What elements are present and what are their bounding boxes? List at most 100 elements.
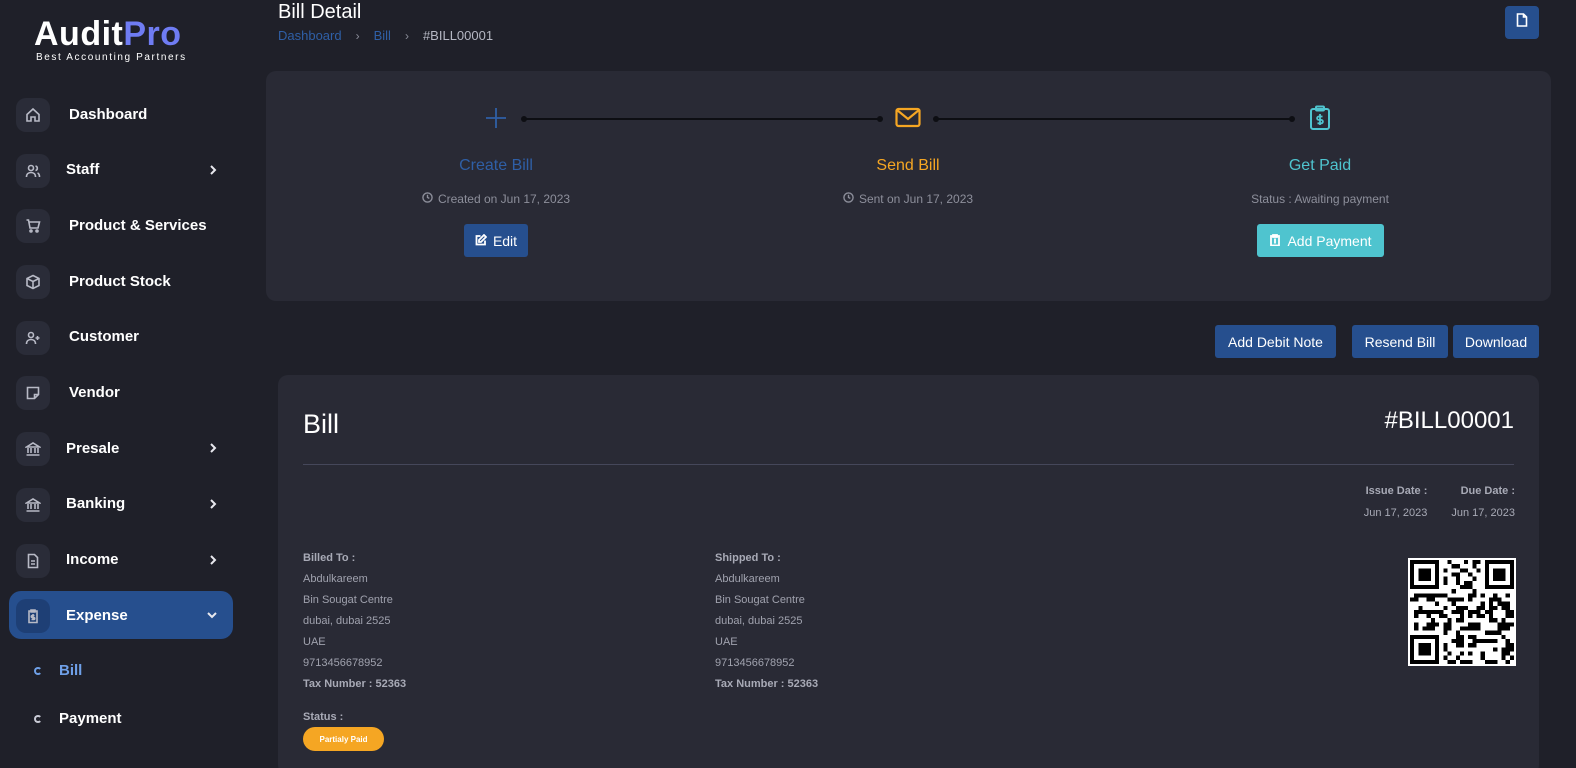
sidebar-item-banking[interactable]: Banking <box>0 480 248 528</box>
billed-to-line: UAE <box>303 636 326 648</box>
bill-title: Bill <box>303 409 340 439</box>
shipped-to-line: Bin Sougat Centre <box>715 594 805 606</box>
bank-icon <box>16 432 50 467</box>
bill-dates: Issue Date : Jun 17, 2023 Due Date : Jun… <box>1364 485 1515 519</box>
chevron-right-icon: › <box>355 28 360 43</box>
edit-button[interactable]: Edit <box>464 224 528 257</box>
add-payment-button[interactable]: Add Payment <box>1257 224 1384 257</box>
bank-icon <box>16 487 50 522</box>
qr-code <box>1408 558 1516 666</box>
clock-icon <box>843 192 854 206</box>
chevron-right-icon <box>206 497 220 511</box>
progress-connector <box>933 116 1295 122</box>
resend-bill-button[interactable]: Resend Bill <box>1352 325 1448 358</box>
sidebar-item-customer[interactable]: Customer <box>0 313 248 361</box>
clock-icon <box>422 192 433 206</box>
billed-to: Billed To : Abdulkareem Bin Sougat Centr… <box>303 548 406 695</box>
note-icon <box>16 376 50 411</box>
envelope-icon <box>893 103 923 133</box>
sidebar-item-label: Product Stock <box>69 272 171 290</box>
edit-icon <box>475 233 488 249</box>
breadcrumb: Dashboard › Bill › #BILL00001 <box>278 28 493 43</box>
chevron-down-icon <box>205 608 219 622</box>
bill-progress-card: Create Bill Created on Jun 17, 2023 Edit… <box>266 71 1551 301</box>
billed-to-line: 9713456678952 <box>303 657 383 669</box>
bill-card: Bill #BILL00001 Issue Date : Jun 17, 202… <box>278 375 1539 768</box>
issue-date-label: Issue Date : <box>1365 485 1428 497</box>
users-icon <box>16 153 50 188</box>
bill-number: #BILL00001 <box>1384 407 1514 434</box>
bullet-icon <box>34 666 42 675</box>
due-date-value: Jun 17, 2023 <box>1451 507 1515 519</box>
sidebar: AuditPro Best Accounting Partners Dashbo… <box>0 0 248 768</box>
step-title: Create Bill <box>459 157 533 174</box>
add-debit-note-button[interactable]: Add Debit Note <box>1215 325 1336 358</box>
chevron-right-icon: › <box>404 28 409 43</box>
sidebar-item-label: Expense <box>66 606 128 624</box>
add-payment-label: Add Payment <box>1287 232 1372 249</box>
chevron-right-icon <box>206 163 220 177</box>
billed-to-line: Bin Sougat Centre <box>303 594 393 606</box>
sidebar-item-label: Product & Services <box>69 216 207 234</box>
logo-text-pro: Pro <box>123 15 182 53</box>
issue-date-value: Jun 17, 2023 <box>1363 507 1428 519</box>
sidebar-item-label: Presale <box>66 439 120 457</box>
billed-to-heading: Billed To : <box>303 552 356 564</box>
chevron-right-icon <box>206 441 220 455</box>
cart-icon <box>16 209 50 244</box>
progress-connector <box>521 116 883 122</box>
file-icon <box>1516 13 1528 32</box>
chevron-right-icon <box>206 553 220 567</box>
clipboard-dollar-icon <box>1305 103 1335 133</box>
qr-code-graphic <box>1410 560 1514 664</box>
logo[interactable]: AuditPro Best Accounting Partners <box>34 14 214 63</box>
export-file-button[interactable] <box>1505 6 1539 39</box>
step-desc: Status : Awaiting payment <box>1251 192 1389 206</box>
sidebar-item-vendor[interactable]: Vendor <box>0 368 248 416</box>
sidebar-subitem-payment[interactable]: Payment <box>0 695 248 743</box>
sidebar-item-label: Banking <box>66 495 126 513</box>
download-button[interactable]: Download <box>1453 325 1539 358</box>
sidebar-item-label: Customer <box>69 328 140 346</box>
due-date: Due Date : Jun 17, 2023 <box>1451 485 1515 519</box>
sidebar-item-dashboard[interactable]: Dashboard <box>0 90 248 138</box>
breadcrumb-current: #BILL00001 <box>422 28 494 43</box>
breadcrumb-dashboard[interactable]: Dashboard <box>278 28 342 43</box>
due-date-label: Due Date : <box>1460 485 1515 497</box>
bullet-icon <box>34 714 42 723</box>
sidebar-item-label: Dashboard <box>69 105 148 123</box>
edit-label: Edit <box>492 232 518 249</box>
step-desc: Sent on Jun 17, 2023 <box>858 192 974 206</box>
billed-to-tax: Tax Number : 52363 <box>303 678 407 690</box>
sidebar-item-label: Vendor <box>69 383 120 401</box>
page-title: Bill Detail <box>278 1 362 23</box>
sidebar-subitem-label: Bill <box>59 662 83 680</box>
step-title: Send Bill <box>876 157 940 174</box>
breadcrumb-bill[interactable]: Bill <box>374 28 391 43</box>
home-icon <box>16 98 50 132</box>
sidebar-item-product-services[interactable]: Product & Services <box>0 201 248 249</box>
sidebar-item-expense[interactable]: Expense <box>9 591 233 640</box>
sidebar-subitem-label: Payment <box>59 710 122 728</box>
sidebar-item-product-stock[interactable]: Product Stock <box>0 257 248 305</box>
billed-to-line: dubai, dubai 2525 <box>303 615 391 627</box>
step-desc: Created on Jun 17, 2023 <box>437 192 571 206</box>
status-label: Status : <box>303 711 344 723</box>
sidebar-item-income[interactable]: Income <box>0 536 248 584</box>
sidebar-item-label: Income <box>66 551 119 568</box>
shipped-to-line: UAE <box>715 636 738 648</box>
shipped-to: Shipped To : Abdulkareem Bin Sougat Cent… <box>715 548 818 695</box>
clipboard-icon <box>16 599 50 634</box>
sidebar-nav: Dashboard Staff Product & Services Produ… <box>0 90 248 743</box>
sidebar-item-label: Staff <box>66 161 100 179</box>
clipboard-icon <box>1269 233 1281 249</box>
shipped-to-line: Abdulkareem <box>715 573 780 585</box>
sidebar-item-presale[interactable]: Presale <box>0 424 248 472</box>
issue-date: Issue Date : Jun 17, 2023 <box>1364 485 1428 519</box>
file-icon <box>16 543 50 578</box>
shipped-to-line: dubai, dubai 2525 <box>715 615 803 627</box>
shipped-to-line: 9713456678952 <box>715 657 795 669</box>
sidebar-item-staff[interactable]: Staff <box>0 146 248 194</box>
sidebar-subitem-bill[interactable]: Bill <box>0 647 248 695</box>
shipped-to-tax: Tax Number : 52363 <box>715 678 819 690</box>
